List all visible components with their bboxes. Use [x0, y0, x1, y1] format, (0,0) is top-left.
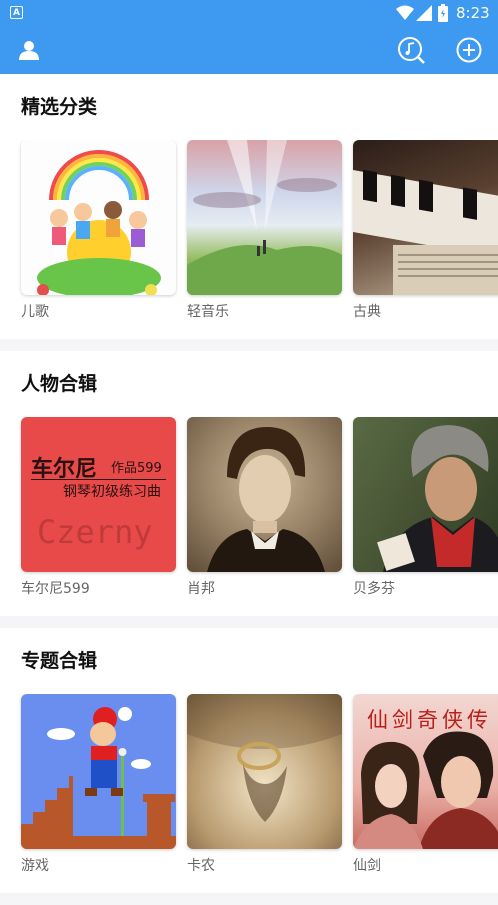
battery-icon	[438, 4, 448, 26]
section-title: 精选分类	[21, 96, 98, 118]
section-title: 专题合辑	[21, 650, 98, 672]
classical-piano-image	[353, 140, 498, 295]
signal-icon	[416, 5, 432, 25]
card-light-music[interactable]: 轻音乐	[187, 140, 342, 329]
card-chopin[interactable]: 肖邦	[187, 417, 342, 606]
card-label: 贝多芬	[353, 581, 395, 597]
card-beethoven[interactable]: 贝多芬	[353, 417, 498, 606]
cover-opus: 作品599	[111, 461, 162, 476]
section-featured-categories: 精选分类 儿歌 轻音乐 古典	[0, 74, 498, 339]
status-time: 8:23	[456, 4, 490, 22]
card-label: 卡农	[187, 858, 215, 874]
kids-songs-image	[21, 140, 176, 295]
section-title: 人物合辑	[21, 373, 98, 395]
card-kids-songs[interactable]: 儿歌	[21, 140, 176, 329]
czerny-cover: 车尔尼 作品599 钢琴初级练习曲 Czerny	[21, 417, 176, 572]
notification-a-icon: A	[10, 6, 23, 19]
add-icon[interactable]	[456, 37, 482, 67]
beethoven-portrait	[353, 417, 498, 572]
card-canon[interactable]: 卡农	[187, 694, 342, 883]
card-czerny-599[interactable]: 车尔尼 作品599 钢琴初级练习曲 Czerny 车尔尼599	[21, 417, 176, 606]
music-search-icon[interactable]	[397, 36, 425, 68]
light-music-image	[187, 140, 342, 295]
cover-subtitle: 钢琴初级练习曲	[63, 484, 161, 500]
card-label: 古典	[353, 304, 381, 320]
content: 精选分类 儿歌 轻音乐 古典 人物合辑 车尔尼 作品599 钢琴初级练习曲 Cz…	[0, 74, 498, 905]
user-icon[interactable]	[18, 39, 40, 65]
card-label: 轻音乐	[187, 304, 229, 320]
chopin-portrait	[187, 417, 342, 572]
card-label: 游戏	[21, 858, 49, 874]
card-label: 车尔尼599	[21, 581, 90, 597]
card-label: 仙剑	[353, 858, 381, 874]
section-composer-collections: 人物合辑 车尔尼 作品599 钢琴初级练习曲 Czerny 车尔尼599 肖邦 …	[0, 351, 498, 616]
app-bar	[0, 26, 498, 74]
canon-ring-image	[187, 694, 342, 849]
card-xianjian[interactable]: 仙剑奇侠传 仙剑	[353, 694, 498, 883]
card-games[interactable]: 游戏	[21, 694, 176, 883]
games-mario-image	[21, 694, 176, 849]
card-label: 肖邦	[187, 581, 215, 597]
wifi-icon	[396, 5, 414, 25]
cover-watermark: Czerny	[37, 513, 153, 551]
card-classical[interactable]: 古典	[353, 140, 498, 329]
status-bar: A 8:23	[0, 0, 498, 26]
xianjian-cover: 仙剑奇侠传	[353, 694, 498, 849]
section-topic-collections: 专题合辑 游戏 卡农 仙剑奇侠传 仙剑	[0, 628, 498, 893]
card-label: 儿歌	[21, 304, 49, 320]
